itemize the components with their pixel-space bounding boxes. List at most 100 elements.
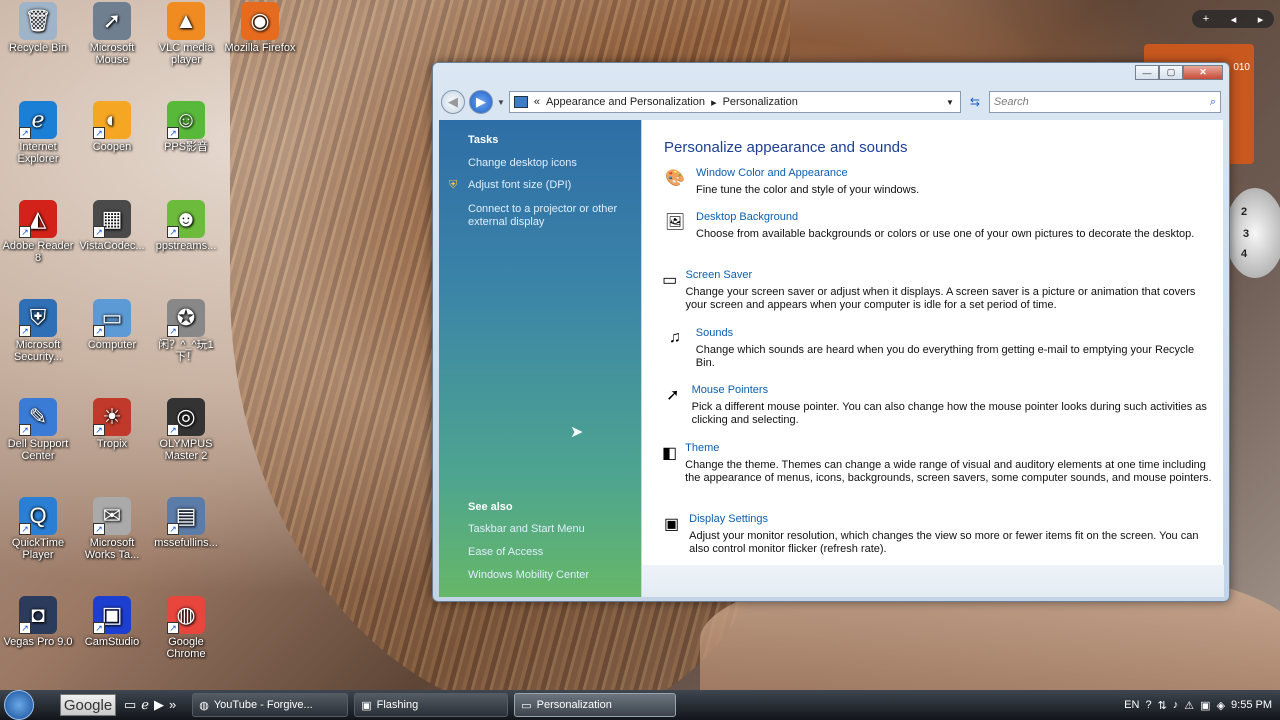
notification-icon[interactable]: ◈: [1217, 699, 1225, 712]
desktop-icon[interactable]: ☻ ↗ ppstreams...: [150, 200, 222, 252]
settings-item-link[interactable]: Screen Saver: [685, 269, 1212, 281]
desktop-icon-label: Internet Explorer: [17, 141, 59, 165]
maximize-button[interactable]: ▢: [1159, 65, 1183, 80]
clock-time[interactable]: 9:55 PM: [1231, 699, 1272, 711]
media-player-icon[interactable]: ▶: [154, 697, 164, 713]
volume-icon[interactable]: ♪: [1173, 699, 1179, 711]
add-gadget-icon[interactable]: +: [1203, 13, 1209, 25]
window-color-icon[interactable]: 🎨: [662, 167, 688, 189]
desktop-icon[interactable]: ◍ ↗ Google Chrome: [150, 596, 222, 660]
internet-explorer-icon[interactable]: ℯ: [141, 697, 149, 713]
desktop-icon[interactable]: ◉ Mozilla Firefox: [224, 2, 296, 54]
minimize-button[interactable]: —: [1135, 65, 1159, 80]
show-desktop-icon[interactable]: ▭: [124, 697, 136, 713]
settings-item-link[interactable]: Window Color and Appearance: [696, 167, 919, 179]
task-change-desktop-icons[interactable]: Change desktop icons: [468, 157, 577, 170]
task-connect-projector[interactable]: Connect to a projector or other external…: [468, 203, 638, 229]
taskbar-button[interactable]: ◍ YouTube - Forgive...: [192, 693, 349, 717]
settings-item: ◧ Theme Change the theme. Themes can chang…: [662, 442, 1212, 485]
desktop-icon[interactable]: ⛨ ↗ Microsoft Security...: [2, 299, 74, 363]
content-footer: [642, 565, 1224, 597]
personalization-window[interactable]: — ▢ ✕ ◀ ▶ ▼ « Appearance and Personaliza…: [432, 62, 1230, 602]
screen-saver-icon[interactable]: ▭: [662, 269, 677, 291]
app-icon: ▲: [167, 2, 205, 40]
language-indicator[interactable]: EN: [1124, 699, 1139, 711]
security-alert-icon[interactable]: ⚠: [1184, 699, 1194, 712]
quick-launch-overflow-icon[interactable]: »: [169, 697, 176, 713]
desktop-icon[interactable]: 🗑 Recycle Bin: [2, 2, 74, 54]
desktop-icon[interactable]: ▲ VLC media player: [150, 2, 222, 66]
search-icon[interactable]: ⌕: [1210, 96, 1216, 109]
mouse-pointer-icon[interactable]: ➚: [662, 384, 684, 406]
shortcut-arrow-icon: ↗: [167, 127, 179, 139]
google-search-button[interactable]: Google: [60, 694, 116, 716]
taskbar-button[interactable]: ▣ Flashing: [354, 693, 509, 717]
prev-gadget-icon[interactable]: ◂: [1231, 13, 1237, 26]
app-icon: ◘ ↗: [19, 596, 57, 634]
back-button[interactable]: ◀: [441, 90, 465, 114]
display-settings-icon[interactable]: ▣: [662, 513, 681, 535]
address-bar[interactable]: « Appearance and Personalization ▸ Perso…: [508, 91, 961, 113]
settings-item-link[interactable]: Theme: [685, 442, 1212, 454]
start-button[interactable]: [0, 690, 38, 720]
desktop-icon[interactable]: ◭ ↗ Adobe Reader 8: [2, 200, 74, 264]
breadcrumb-separator-icon[interactable]: ▸: [711, 96, 717, 109]
desktop-icon[interactable]: ✉ ↗ Microsoft Works Ta...: [76, 497, 148, 561]
desktop-icon[interactable]: ▤ ↗ mssefullins...: [150, 497, 222, 549]
desktop-background-icon[interactable]: 🖼: [662, 211, 688, 233]
desktop-icon-label: Mozilla Firefox: [224, 42, 296, 54]
shortcut-arrow-icon: ↗: [19, 325, 31, 337]
desktop-icon[interactable]: ℯ ↗ Internet Explorer: [2, 101, 74, 165]
device-icon[interactable]: ▣: [1200, 699, 1210, 712]
help-icon[interactable]: ?: [1145, 699, 1151, 711]
gadget-toolbar[interactable]: + ◂ ▸: [1192, 10, 1274, 28]
breadcrumb-personalization[interactable]: Personalization: [723, 96, 798, 108]
breadcrumb-overflow-icon[interactable]: «: [534, 96, 540, 108]
desktop-icon[interactable]: ▭ ↗ Computer: [76, 299, 148, 351]
desktop-icon[interactable]: ▦ ↗ VistaCodec...: [76, 200, 148, 252]
desktop-icon[interactable]: ✪ ↗ 闲？^_^玩1下！: [150, 299, 222, 363]
desktop-icon[interactable]: ☀ ↗ Tropix: [76, 398, 148, 450]
tasks-pane: Tasks Change desktop icons ⛨ Adjust font…: [439, 120, 641, 597]
forward-button[interactable]: ▶: [469, 90, 493, 114]
settings-item-link[interactable]: Mouse Pointers: [692, 384, 1212, 396]
desktop-icon[interactable]: ◘ ↗ Vegas Pro 9.0: [2, 596, 74, 648]
network-icon[interactable]: ⇅: [1158, 699, 1167, 712]
desktop-icon-label: Vegas Pro 9.0: [3, 636, 73, 648]
desktop-icon[interactable]: ▣ ↗ CamStudio: [76, 596, 148, 648]
settings-item-link[interactable]: Sounds: [696, 327, 1212, 339]
search-box[interactable]: Search ⌕: [988, 91, 1221, 113]
taskbar-button-label: Personalization: [536, 699, 612, 711]
desktop-icon[interactable]: ☺ ↗ PPS影音: [150, 101, 222, 153]
settings-item-link[interactable]: Display Settings: [689, 513, 1212, 525]
desktop-icon-label: 闲？^_^玩1下！: [158, 339, 214, 363]
recent-pages-icon[interactable]: ▼: [497, 98, 505, 107]
clock-gadget[interactable]: 2 3 4: [1225, 188, 1280, 278]
window-controls: — ▢ ✕: [1135, 65, 1223, 80]
shortcut-arrow-icon: ↗: [93, 523, 105, 535]
desktop-icon[interactable]: Q ↗ QuickTime Player: [2, 497, 74, 561]
settings-item: ▭ Screen Saver Change your screen saver or…: [662, 269, 1212, 312]
shortcut-arrow-icon: ↗: [93, 226, 105, 238]
taskbar-button-label: Flashing: [376, 699, 419, 711]
task-adjust-font-size[interactable]: Adjust font size (DPI): [468, 179, 571, 192]
address-dropdown-icon[interactable]: ▼: [946, 98, 954, 107]
breadcrumb-appearance[interactable]: Appearance and Personalization: [546, 96, 705, 108]
sounds-icon[interactable]: ♫: [662, 327, 688, 349]
next-gadget-icon[interactable]: ▸: [1258, 13, 1264, 26]
refresh-button[interactable]: ⇆: [965, 92, 985, 112]
see-also-mobility-center[interactable]: Windows Mobility Center: [468, 569, 589, 582]
close-button[interactable]: ✕: [1183, 65, 1223, 80]
desktop-icon-label: Microsoft Works Ta...: [84, 537, 140, 561]
see-also-taskbar[interactable]: Taskbar and Start Menu: [468, 523, 585, 536]
theme-icon[interactable]: ◧: [662, 442, 677, 464]
shortcut-arrow-icon: ↗: [19, 523, 31, 535]
taskbar-button[interactable]: ▭ Personalization: [514, 693, 677, 717]
see-also-ease-of-access[interactable]: Ease of Access: [468, 546, 543, 559]
app-icon: ◭ ↗: [19, 200, 57, 238]
settings-item-link[interactable]: Desktop Background: [696, 211, 1194, 223]
desktop-icon[interactable]: ◐ ↗ Coopen: [76, 101, 148, 153]
desktop-icon[interactable]: ➚ Microsoft Mouse: [76, 2, 148, 66]
desktop-icon[interactable]: ✎ ↗ Dell Support Center: [2, 398, 74, 462]
desktop-icon[interactable]: ◎ ↗ OLYMPUS Master 2: [150, 398, 222, 462]
